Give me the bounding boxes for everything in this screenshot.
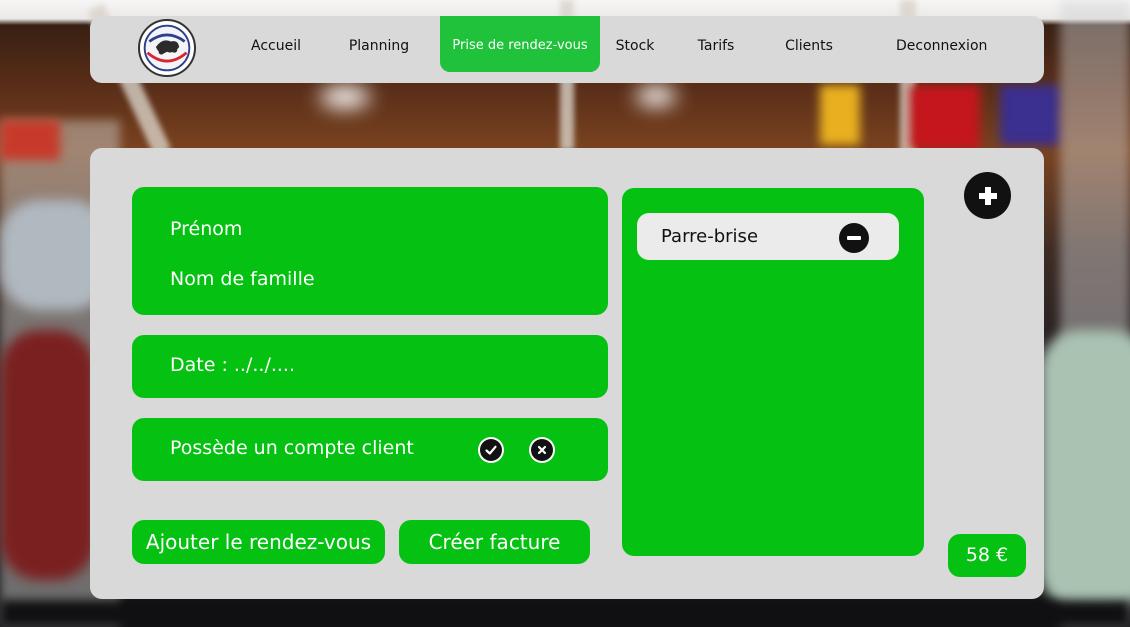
minus-circle-icon[interactable]	[839, 223, 869, 253]
nav-planning[interactable]: Planning	[348, 16, 410, 72]
service-item-label: Parre-brise	[661, 226, 759, 247]
date-card: Date : ../../....	[132, 335, 608, 398]
top-navigation-bar: Accueil Planning Prise de rendez-vous St…	[90, 16, 1044, 83]
service-item: Parre-brise	[637, 213, 899, 260]
check-circle-icon[interactable]	[478, 437, 504, 463]
first-name-input[interactable]: Prénom	[170, 218, 242, 240]
client-account-card: Possède un compte client	[132, 418, 608, 481]
has-account-label: Possède un compte client	[170, 437, 414, 459]
services-list: Parre-brise	[622, 188, 924, 556]
client-name-card: Prénom Nom de famille	[132, 187, 608, 315]
garage-logo	[138, 19, 196, 77]
nav-prise-de-rendez-vous[interactable]: Prise de rendez-vous	[440, 16, 600, 72]
add-appointment-button[interactable]: Ajouter le rendez-vous	[132, 520, 385, 564]
nav-accueil[interactable]: Accueil	[250, 16, 302, 72]
x-circle-icon[interactable]	[529, 437, 555, 463]
nav-stock[interactable]: Stock	[614, 16, 656, 72]
create-invoice-button[interactable]: Créer facture	[399, 520, 590, 564]
nav-clients[interactable]: Clients	[784, 16, 834, 72]
nav-tarifs[interactable]: Tarifs	[694, 16, 738, 72]
date-input[interactable]: Date : ../../....	[170, 354, 295, 376]
last-name-input[interactable]: Nom de famille	[170, 268, 315, 290]
appointment-panel: Prénom Nom de famille Date : ../../.... …	[90, 148, 1044, 599]
total-price-badge: 58 €	[948, 534, 1026, 577]
nav-deconnexion[interactable]: Deconnexion	[896, 16, 987, 72]
plus-circle-icon[interactable]	[964, 172, 1011, 219]
